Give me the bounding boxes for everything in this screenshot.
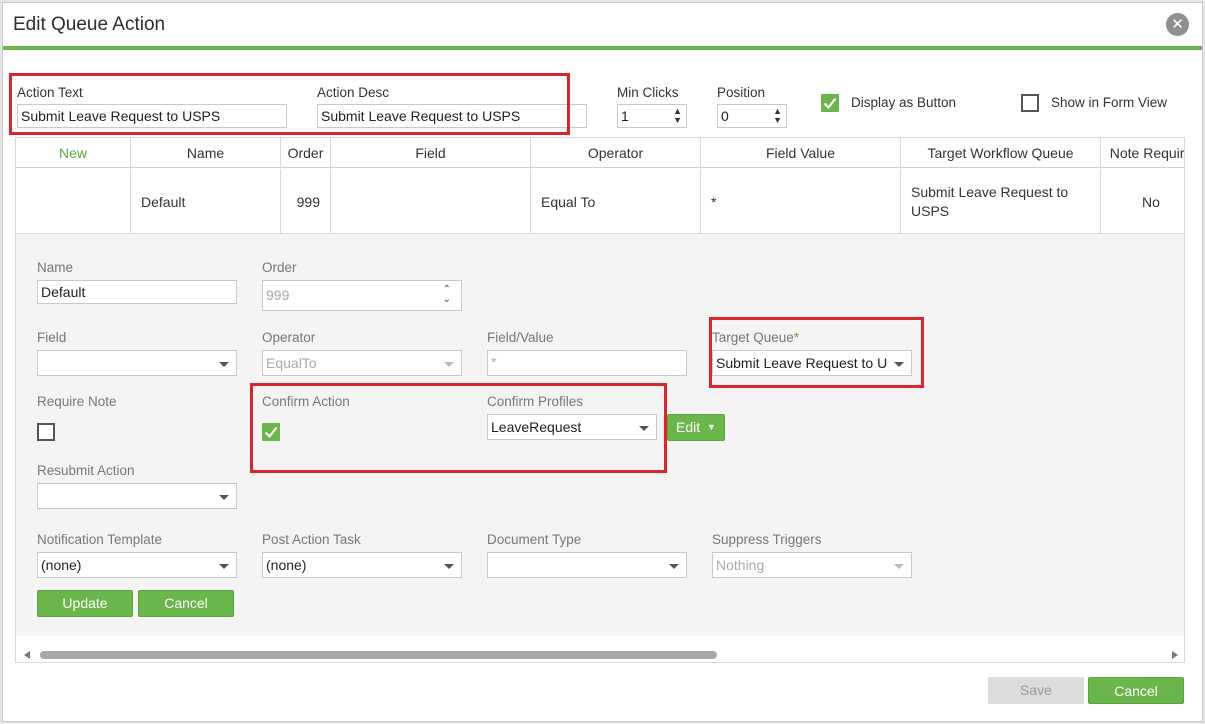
position-value: 0: [721, 108, 729, 124]
caret-down-icon: [219, 495, 229, 500]
spin-down-icon[interactable]: ▼: [773, 116, 782, 125]
suppress-triggers-label: Suppress Triggers: [712, 532, 822, 547]
order-label: Order: [262, 260, 297, 275]
display-as-button-label: Display as Button: [851, 95, 957, 110]
post-action-task-dropdown[interactable]: (none): [262, 552, 462, 578]
caret-down-icon: [219, 362, 229, 367]
caret-down-icon: [669, 564, 679, 569]
edit-profiles-button[interactable]: Edit ▼: [667, 414, 725, 441]
column-header-name[interactable]: Name: [131, 138, 281, 168]
new-link[interactable]: New: [16, 138, 131, 168]
suppress-triggers-value: Nothing: [716, 557, 765, 573]
resubmit-action-dropdown[interactable]: [37, 483, 237, 509]
chevron-up-icon[interactable]: ⌃: [443, 285, 451, 295]
row-note-required-cell: No: [1142, 193, 1160, 210]
field-dropdown[interactable]: [37, 350, 237, 376]
show-in-form-view-checkbox[interactable]: [1021, 94, 1039, 112]
min-clicks-label: Min Clicks: [617, 85, 679, 100]
name-input[interactable]: Default: [37, 280, 237, 304]
operator-dropdown[interactable]: EqualTo: [262, 350, 462, 376]
title-divider: [3, 46, 1202, 50]
highlight-box-confirm: [250, 383, 667, 473]
show-in-form-view-label: Show in Form View: [1051, 95, 1168, 110]
require-note-label: Require Note: [37, 394, 117, 409]
horizontal-scrollbar[interactable]: [16, 646, 1184, 662]
scroll-right-icon[interactable]: [1172, 651, 1178, 659]
notification-template-label: Notification Template: [37, 532, 163, 547]
column-header-note-required[interactable]: Note Require: [1101, 138, 1184, 168]
caret-down-icon: ▼: [707, 422, 716, 432]
document-type-dropdown[interactable]: [487, 552, 687, 578]
caret-down-icon: [894, 564, 904, 569]
caret-down-icon: [444, 564, 454, 569]
highlight-box-action: [9, 73, 570, 135]
dialog-title: Edit Queue Action: [13, 14, 166, 35]
column-header-field-value[interactable]: Field Value: [701, 138, 901, 168]
close-icon[interactable]: ✕: [1166, 13, 1189, 36]
name-label: Name: [37, 260, 74, 275]
dialog-titlebar: Edit Queue Action ✕: [3, 3, 1202, 48]
caret-down-icon: [219, 564, 229, 569]
table-row[interactable]: Default 999 Equal To * Submit Leave Requ…: [16, 169, 1184, 234]
grid-header: New Name Order Field Operator Field Valu…: [16, 138, 1184, 168]
operator-dropdown-value: EqualTo: [266, 355, 317, 371]
order-stepper[interactable]: 999 ⌃ ⌄: [262, 280, 462, 311]
check-icon: [823, 97, 837, 110]
min-clicks-stepper[interactable]: 1 ▲ ▼: [617, 104, 687, 128]
row-order-cell: 999: [281, 169, 331, 234]
order-value: 999: [266, 287, 290, 303]
operator-label: Operator: [262, 330, 316, 345]
post-action-task-value: (none): [266, 557, 307, 573]
post-action-task-label: Post Action Task: [262, 532, 361, 547]
notification-template-value: (none): [41, 557, 82, 573]
display-as-button-checkbox[interactable]: [821, 94, 839, 112]
edit-button-label: Edit: [676, 419, 701, 435]
column-header-order[interactable]: Order: [281, 138, 331, 168]
field-value-input[interactable]: *: [487, 350, 687, 376]
row-field-cell: [331, 169, 531, 234]
scrollbar-thumb[interactable]: [40, 651, 717, 659]
save-button[interactable]: Save: [988, 677, 1084, 704]
position-label: Position: [717, 85, 766, 100]
document-type-label: Document Type: [487, 532, 582, 547]
cancel-button[interactable]: Cancel: [1088, 677, 1184, 704]
min-clicks-value: 1: [621, 108, 629, 124]
suppress-triggers-dropdown[interactable]: Nothing: [712, 552, 912, 578]
update-button[interactable]: Update: [37, 590, 133, 617]
cancel-edit-button[interactable]: Cancel: [138, 590, 234, 617]
row-operator-cell: Equal To: [531, 169, 701, 234]
require-note-checkbox[interactable]: [37, 423, 55, 441]
chevron-down-icon[interactable]: ⌄: [443, 295, 451, 305]
field-value-label: Field/Value: [487, 330, 554, 345]
position-stepper[interactable]: 0 ▲ ▼: [717, 104, 787, 128]
row-field-value-cell: *: [701, 169, 901, 234]
row-actions-cell: [16, 169, 131, 234]
column-header-operator[interactable]: Operator: [531, 138, 701, 168]
column-header-target-queue[interactable]: Target Workflow Queue: [901, 138, 1101, 168]
scroll-left-icon[interactable]: [24, 651, 30, 659]
column-header-field[interactable]: Field: [331, 138, 531, 168]
resubmit-action-label: Resubmit Action: [37, 463, 135, 478]
row-target-queue-cell: Submit Leave Request to USPS: [901, 169, 1101, 234]
highlight-box-target-queue: [709, 317, 924, 388]
row-name-cell: Default: [131, 169, 281, 234]
notification-template-dropdown[interactable]: (none): [37, 552, 237, 578]
spin-down-icon[interactable]: ▼: [673, 116, 682, 125]
caret-down-icon: [444, 362, 454, 367]
field-label: Field: [37, 330, 67, 345]
